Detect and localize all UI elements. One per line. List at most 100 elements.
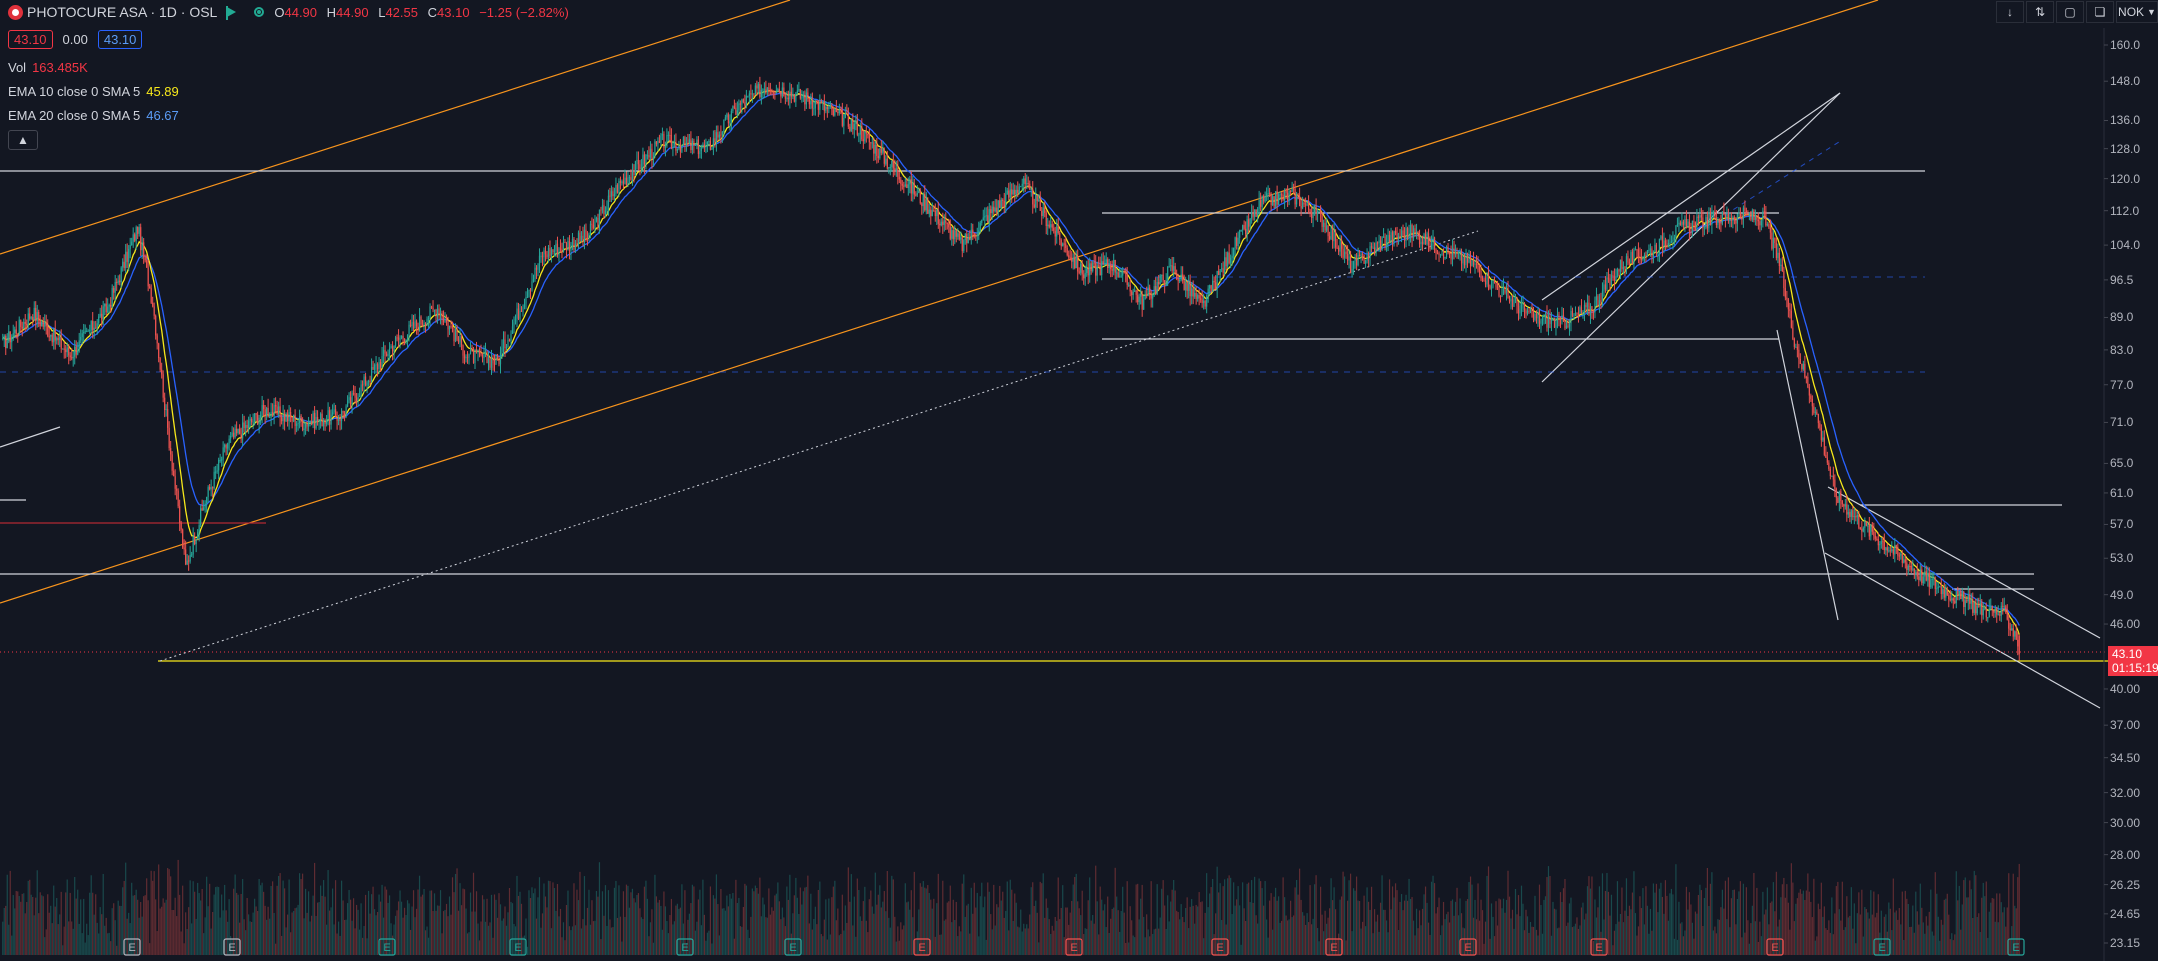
- volume-bar: [984, 896, 986, 955]
- volume-bar: [1020, 909, 1022, 955]
- volume-bar: [441, 933, 443, 955]
- volume-bar: [174, 897, 176, 955]
- left-edge-line[interactable]: [0, 426, 61, 448]
- rising-channel-top[interactable]: [1541, 92, 1841, 301]
- candle-body: [1522, 303, 1524, 305]
- sell-price-button[interactable]: 43.10: [8, 29, 53, 49]
- candle-body: [269, 416, 271, 418]
- volume-bar: [537, 897, 539, 955]
- candle-body: [1272, 196, 1274, 205]
- collapse-button[interactable]: ⇅: [2026, 1, 2054, 23]
- candle-body: [83, 332, 85, 334]
- volume-bar: [1305, 924, 1307, 955]
- fullscreen-button[interactable]: ▢: [2056, 1, 2084, 23]
- volume-bar: [54, 906, 56, 955]
- volume-bar: [1291, 917, 1293, 955]
- volume-bar: [2005, 926, 2007, 955]
- drawing-tools[interactable]: [0, 0, 2108, 709]
- volume-bar: [153, 871, 155, 955]
- candle-body: [763, 89, 765, 91]
- candle-body: [636, 160, 638, 162]
- symbol-title[interactable]: PHOTOCURE ASA · 1D · OSL: [27, 4, 217, 20]
- volume-bar: [1423, 894, 1425, 955]
- candle-body: [71, 357, 73, 359]
- volume-bar: [1144, 937, 1146, 955]
- candle-body: [903, 185, 905, 187]
- candle-body: [1134, 290, 1136, 292]
- volume-bar: [1005, 910, 1007, 955]
- dashed-projection-line[interactable]: [1724, 139, 1843, 216]
- volume-bar: [1014, 893, 1016, 955]
- volume-bar: [1564, 879, 1566, 955]
- candle-body: [1237, 237, 1239, 246]
- candle-body: [1541, 317, 1544, 321]
- volume-bar: [1498, 898, 1500, 955]
- dotted-trendline[interactable]: [159, 230, 1479, 662]
- volume-bar: [553, 887, 556, 955]
- volume-bar: [1293, 915, 1295, 955]
- volume-bar: [1303, 915, 1305, 955]
- candle-body: [1285, 191, 1287, 193]
- volume-bar: [1633, 871, 1635, 955]
- candlesticks[interactable]: [2, 76, 2020, 661]
- indicator-ema20[interactable]: EMA 20 close 0 SMA 5 46.67: [8, 106, 179, 124]
- currency-select[interactable]: NOK ▼: [2116, 1, 2158, 23]
- volume-bar: [318, 902, 320, 955]
- volume-bar: [1006, 881, 1008, 955]
- candle-body: [1328, 236, 1331, 240]
- candle-body: [1828, 462, 1830, 469]
- volume-bar: [86, 923, 88, 955]
- candle-body: [795, 93, 797, 102]
- volume-bar: [1520, 885, 1523, 955]
- fit-button[interactable]: ❏: [2086, 1, 2114, 23]
- candle-body: [1342, 248, 1344, 258]
- volume-bar: [1558, 927, 1560, 955]
- candle-body: [152, 302, 154, 307]
- candle-body: [438, 308, 440, 316]
- volume-bar: [399, 890, 401, 955]
- indicator-ema10[interactable]: EMA 10 close 0 SMA 5 45.89: [8, 82, 179, 100]
- candle-body: [841, 110, 843, 126]
- candle-body: [1549, 316, 1551, 324]
- candle-body: [988, 209, 990, 223]
- buy-price-button[interactable]: 43.10: [97, 29, 143, 49]
- indicator-volume[interactable]: Vol 163.485K: [8, 58, 88, 76]
- candle-body: [1170, 265, 1172, 267]
- volume-bar: [624, 916, 626, 955]
- volume-bar: [976, 892, 978, 955]
- volume-bar: [1110, 918, 1112, 955]
- candle-body: [1679, 222, 1682, 226]
- download-button[interactable]: ↓: [1996, 1, 2024, 23]
- volume-bar: [1897, 919, 1899, 955]
- candle-body: [1844, 504, 1846, 507]
- volume-bar: [171, 909, 173, 955]
- candle-body: [994, 207, 996, 212]
- candle-body: [612, 191, 614, 197]
- collapse-legend-button[interactable]: ▲: [8, 130, 38, 150]
- volume-bar: [56, 898, 58, 955]
- candle-body: [1039, 199, 1041, 211]
- falling-channel-bottom[interactable]: [1824, 552, 2101, 709]
- volume-bar: [1844, 927, 1846, 955]
- price-axis[interactable]: [2103, 28, 2108, 961]
- candle-body: [721, 131, 723, 135]
- candle-body: [1361, 253, 1364, 256]
- volume-bar: [363, 926, 365, 955]
- volume-bar: [453, 892, 455, 955]
- volume-bar: [1225, 924, 1227, 955]
- volume-bar: [296, 907, 298, 955]
- volume-bar: [264, 905, 266, 955]
- candle-body: [630, 177, 632, 181]
- volume-bar: [1059, 919, 1061, 955]
- volume-bar: [469, 892, 472, 955]
- volume-bar: [1894, 912, 1896, 955]
- volume-bar: [1508, 896, 1511, 955]
- candle-body: [1868, 525, 1870, 537]
- volume-bar: [1026, 924, 1028, 955]
- candle-body: [165, 409, 167, 411]
- volume-bar: [433, 893, 436, 955]
- candle-body: [822, 101, 824, 104]
- volume-bar: [1786, 884, 1788, 955]
- candle-body: [1667, 243, 1670, 247]
- price-chart[interactable]: EEEEEEEEEEEEEEE: [0, 0, 2158, 961]
